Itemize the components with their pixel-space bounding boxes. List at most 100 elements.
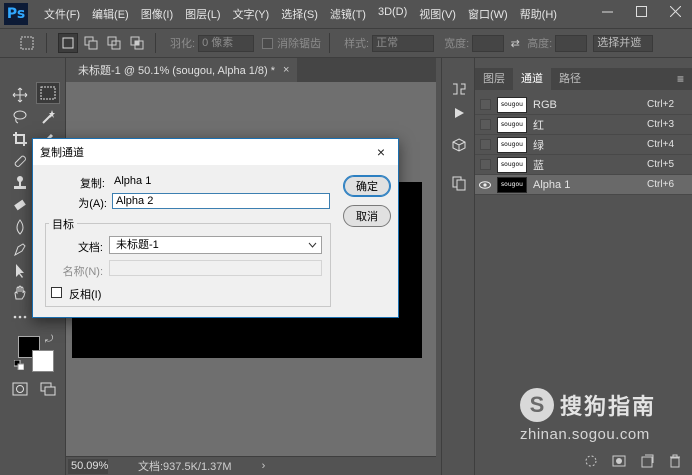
healing-brush-tool-icon[interactable]: [8, 150, 32, 172]
close-icon[interactable]: ×: [372, 143, 390, 161]
target-name-input: [109, 260, 322, 276]
visibility-toggle[interactable]: [475, 95, 495, 115]
quick-mask-icon[interactable]: [8, 378, 32, 400]
clone-stamp-tool-icon[interactable]: [8, 172, 32, 194]
menu-image[interactable]: 图像(I): [135, 6, 179, 22]
menu-layer[interactable]: 图层(L): [179, 6, 226, 22]
channel-shortcut: Ctrl+5: [647, 159, 674, 170]
select-and-mask-button[interactable]: 选择并遮: [593, 34, 654, 52]
channel-name: 红: [533, 119, 544, 132]
trash-icon[interactable]: [664, 452, 686, 470]
menu-edit[interactable]: 编辑(E): [86, 6, 135, 22]
channel-thumbnail: sougou: [497, 136, 527, 153]
panel-footer: [475, 447, 692, 475]
close-icon[interactable]: [658, 0, 692, 22]
width-input[interactable]: [472, 34, 505, 52]
name-label: 名称(N):: [62, 266, 103, 278]
watermark-brand: 搜狗指南: [560, 394, 657, 419]
eraser-tool-icon[interactable]: [8, 194, 32, 216]
channel-row-blue[interactable]: sougou 蓝 Ctrl+5: [475, 155, 692, 175]
rect-marquee-tool-icon[interactable]: [36, 82, 60, 104]
watermark: S 搜狗指南 zhinan.sogou.com: [520, 388, 680, 448]
panel-tabs: 图层 通道 路径: [475, 68, 692, 90]
blur-tool-icon[interactable]: [8, 216, 32, 238]
menu-view[interactable]: 视图(V): [413, 6, 462, 22]
rect-marquee-preset-icon[interactable]: [18, 33, 38, 53]
crop-tool-icon[interactable]: [8, 128, 32, 150]
background-color-swatch[interactable]: [32, 350, 54, 372]
menu-window[interactable]: 窗口(W): [462, 6, 514, 22]
watermark-url: zhinan.sogou.com: [520, 426, 650, 443]
intersect-selection-icon[interactable]: [127, 33, 147, 53]
menu-type[interactable]: 文字(Y): [227, 6, 276, 22]
subtract-selection-icon[interactable]: [104, 33, 124, 53]
load-selection-icon[interactable]: [580, 452, 602, 470]
document-select-value: 未标题-1: [116, 239, 159, 251]
default-colors-icon[interactable]: [12, 358, 26, 372]
channel-row-red[interactable]: sougou 红 Ctrl+3: [475, 115, 692, 135]
visibility-box: [479, 99, 491, 110]
add-selection-icon[interactable]: [81, 33, 101, 53]
chevron-down-icon: [308, 237, 317, 258]
channel-name: Alpha 1: [533, 178, 571, 191]
document-select[interactable]: 未标题-1: [109, 236, 322, 254]
lasso-tool-icon[interactable]: [8, 106, 32, 128]
visibility-toggle[interactable]: [475, 155, 495, 175]
channel-row-alpha-1[interactable]: sougou Alpha 1 Ctrl+6: [475, 175, 692, 195]
watermark-logo: S 搜狗指南: [520, 388, 656, 422]
tab-channels[interactable]: 通道: [513, 68, 551, 90]
channel-row-green[interactable]: sougou 绿 Ctrl+4: [475, 135, 692, 155]
zoom-level-input[interactable]: 50.09%: [68, 458, 108, 474]
visibility-toggle[interactable]: [475, 115, 495, 135]
document-tab[interactable]: 未标题-1 @ 50.1% (sougou, Alpha 1/8) * ×: [66, 58, 298, 82]
minimize-icon[interactable]: [590, 0, 624, 22]
divider: [329, 33, 331, 53]
screen-mode-icon[interactable]: [36, 378, 60, 400]
divider: [155, 33, 156, 53]
history-panel-icon[interactable]: [447, 78, 471, 100]
status-menu-arrow-icon[interactable]: ›: [262, 460, 266, 472]
source-label: 复制:: [79, 178, 105, 190]
actions-play-icon[interactable]: [447, 102, 471, 124]
document-label: 文档:: [77, 242, 103, 254]
antialias-checkbox[interactable]: [262, 37, 274, 49]
close-document-icon[interactable]: ×: [283, 64, 289, 76]
cancel-button[interactable]: 取消: [343, 205, 391, 227]
dialog-title-bar[interactable]: 复制通道 ×: [33, 139, 398, 165]
style-select[interactable]: 正常: [372, 34, 435, 52]
swap-dimensions-icon[interactable]: ⇄: [507, 33, 523, 53]
channel-name: 绿: [533, 139, 544, 152]
ok-button[interactable]: 确定: [343, 175, 391, 197]
new-selection-icon[interactable]: [58, 33, 78, 53]
pen-tool-icon[interactable]: [8, 238, 32, 260]
maximize-icon[interactable]: [624, 0, 658, 22]
menu-filter[interactable]: 滤镜(T): [324, 6, 372, 22]
menu-file[interactable]: 文件(F): [38, 6, 86, 22]
divider: [46, 33, 47, 53]
eye-icon[interactable]: [475, 175, 495, 195]
menu-help[interactable]: 帮助(H): [514, 6, 563, 22]
feather-input[interactable]: 0 像素: [198, 34, 255, 52]
save-selection-icon[interactable]: [608, 452, 630, 470]
path-selection-tool-icon[interactable]: [8, 260, 32, 282]
menu-select[interactable]: 选择(S): [275, 6, 324, 22]
hand-tool-icon[interactable]: [8, 282, 32, 304]
channel-name: 蓝: [533, 159, 544, 172]
swap-colors-icon[interactable]: ⤾: [42, 332, 56, 346]
photoshop-logo: Ps: [4, 3, 28, 25]
channel-row-rgb[interactable]: sougou RGB Ctrl+2: [475, 95, 692, 115]
new-channel-icon[interactable]: [636, 452, 658, 470]
invert-checkbox[interactable]: [51, 287, 62, 298]
magic-wand-tool-icon[interactable]: [36, 106, 60, 128]
properties-panel-icon[interactable]: [447, 172, 471, 194]
move-tool-icon[interactable]: [8, 84, 32, 106]
height-input[interactable]: [555, 34, 588, 52]
tab-layers[interactable]: 图层: [475, 68, 513, 90]
more-tools-icon[interactable]: [8, 306, 32, 328]
tab-paths[interactable]: 路径: [551, 68, 589, 90]
menu-3d[interactable]: 3D(D): [372, 6, 413, 22]
visibility-toggle[interactable]: [475, 135, 495, 155]
3d-panel-icon[interactable]: [447, 134, 471, 156]
channel-name-input[interactable]: Alpha 2: [112, 193, 330, 209]
panel-menu-icon[interactable]: ≡: [677, 68, 684, 90]
